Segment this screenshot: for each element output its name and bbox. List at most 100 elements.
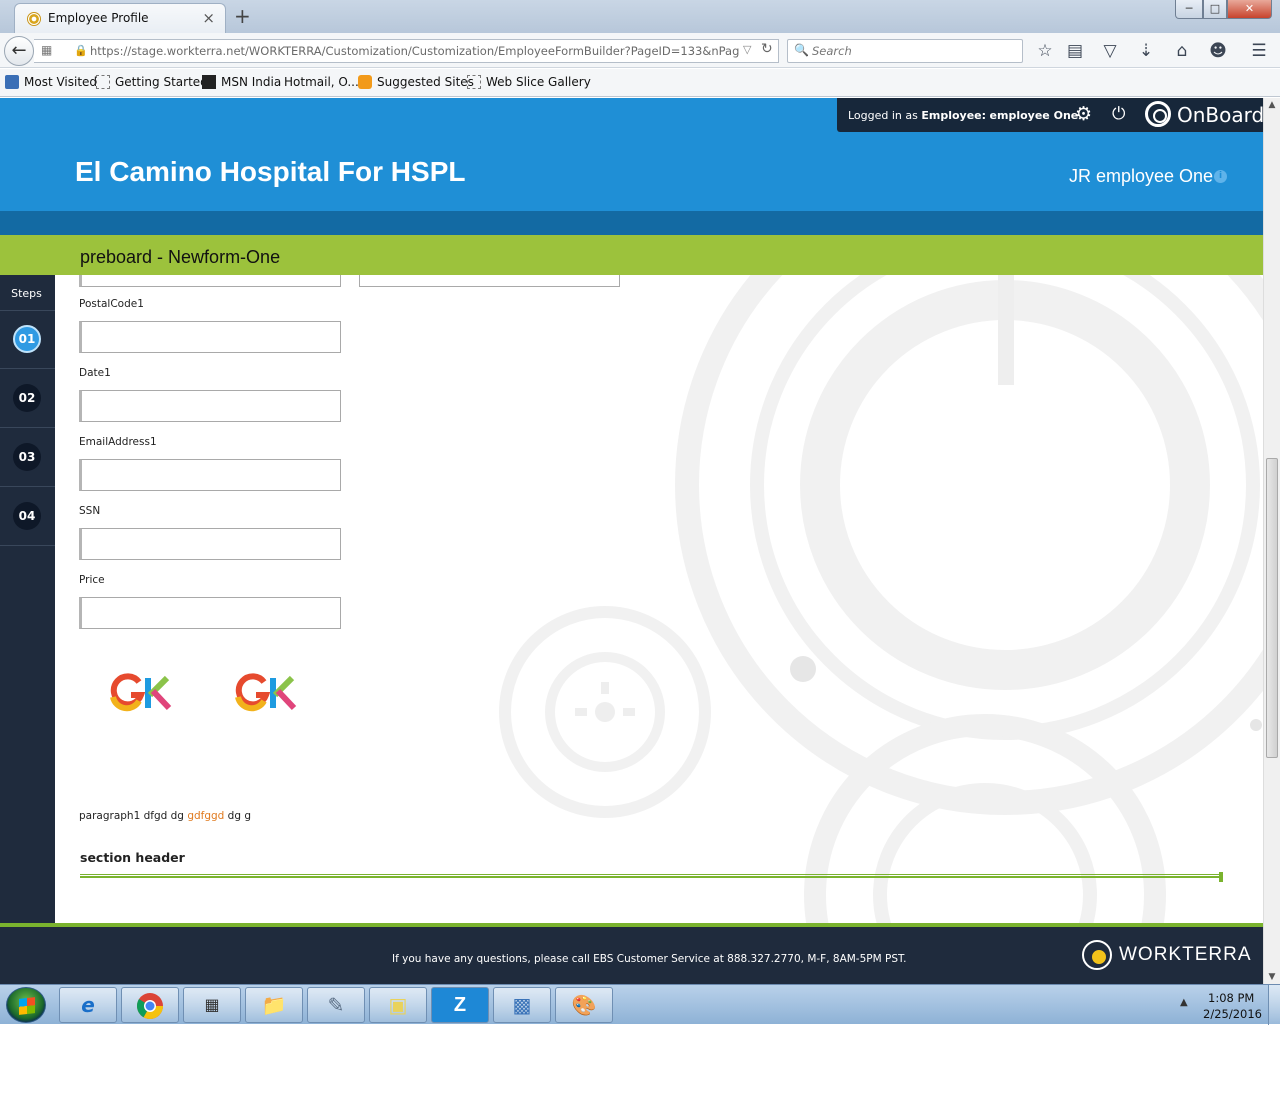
- power-icon[interactable]: ⏻: [1112, 104, 1125, 124]
- step-number: 01: [13, 325, 41, 353]
- show-desktop-button[interactable]: [1268, 985, 1280, 1025]
- zoho-icon[interactable]: Z: [431, 987, 489, 1023]
- gk-logo-image: [234, 673, 298, 723]
- file-explorer-icon[interactable]: 📁: [245, 987, 303, 1023]
- bookmark-folder-icon: [5, 75, 19, 89]
- menu-icon[interactable]: ☰: [1248, 41, 1270, 61]
- windows-taskbar: e ▦ 📁 ✎ ▣ Z ▩ 🎨 ▲ 1:08 PM 2/25/2016: [0, 984, 1280, 1025]
- chrome-icon[interactable]: [121, 987, 179, 1023]
- header-strip: [0, 211, 1263, 235]
- step-number: 02: [13, 384, 41, 412]
- lock-icon: 🔒: [74, 44, 88, 57]
- bookmark-web-slice-gallery[interactable]: Web Slice Gallery: [467, 75, 591, 89]
- screen: Employee Profile × + ─ □ ✕ ← ▦ 🔒 https:/…: [0, 0, 1280, 1100]
- step-02[interactable]: 02: [0, 370, 55, 428]
- back-arrow-icon[interactable]: ←: [4, 36, 34, 66]
- browser-tab-bar: Employee Profile × + ─ □ ✕: [0, 0, 1280, 33]
- browser-tab[interactable]: Employee Profile ×: [14, 3, 226, 33]
- suggested-sites-icon: [358, 75, 372, 89]
- ssn-label: SSN: [79, 505, 101, 517]
- date1-input[interactable]: [79, 390, 341, 422]
- price-input[interactable]: [79, 597, 341, 629]
- search-icon: 🔍: [794, 43, 809, 57]
- footer-support-text: If you have any questions, please call E…: [392, 953, 907, 965]
- gk-logo-graphic: [110, 673, 172, 712]
- internet-explorer-icon[interactable]: e: [59, 987, 117, 1023]
- sticky-notes-icon[interactable]: ▣: [369, 987, 427, 1023]
- paint-icon[interactable]: 🎨: [555, 987, 613, 1023]
- field-above-input-right[interactable]: [359, 275, 620, 287]
- reading-list-icon[interactable]: ▤: [1064, 41, 1086, 61]
- gear-icon[interactable]: ⚙: [1075, 103, 1092, 125]
- window-close-button[interactable]: ✕: [1227, 0, 1272, 19]
- form-title: preboard - Newform-One: [80, 247, 281, 267]
- bookmark-hotmail[interactable]: Hotmail, O...: [284, 75, 359, 89]
- url-text[interactable]: https://stage.workterra.net/WORKTERRA/Cu…: [90, 44, 740, 58]
- photo-viewer-icon[interactable]: ▩: [493, 987, 551, 1023]
- control-panel-icon[interactable]: ▦: [183, 987, 241, 1023]
- bookmark-most-visited[interactable]: Most Visited: [5, 75, 97, 89]
- download-icon[interactable]: ⇣: [1135, 41, 1157, 61]
- step-number: 03: [13, 443, 41, 471]
- browser-nav-bar: ← ▦ 🔒 https://stage.workterra.net/WORKTE…: [0, 33, 1280, 68]
- step-number: 04: [13, 502, 41, 530]
- url-dropdown-icon[interactable]: ▽: [743, 43, 751, 56]
- new-tab-icon[interactable]: +: [234, 4, 251, 28]
- site-favicon-icon: [27, 12, 41, 26]
- section-divider-end: [1219, 872, 1223, 882]
- paragraph-highlight: gdfggd: [187, 810, 225, 822]
- home-icon[interactable]: ⌂: [1171, 41, 1193, 61]
- user-display-name: JR employee One: [1069, 166, 1214, 186]
- emailaddress1-label: EmailAddress1: [79, 436, 157, 448]
- scroll-up-arrow-icon[interactable]: ▲: [1264, 100, 1280, 110]
- window-maximize-button[interactable]: □: [1203, 0, 1227, 19]
- gk-logo-graphic: [235, 673, 297, 712]
- paragraph-text: paragraph1 dfgd dg gdfggd dg g: [79, 810, 252, 822]
- reload-icon[interactable]: ↻: [761, 41, 773, 57]
- bookmark-msn-india[interactable]: MSN India: [202, 75, 281, 89]
- web-page: Logged in as Employee: employee One ⚙ ⏻ …: [0, 98, 1263, 984]
- date1-label: Date1: [79, 367, 111, 379]
- workterra-logo-icon: [1082, 940, 1112, 970]
- address-bar[interactable]: ▦ 🔒 https://stage.workterra.net/WORKTERR…: [34, 39, 779, 63]
- pocket-icon[interactable]: ▽: [1099, 41, 1121, 61]
- login-bar: Logged in as Employee: employee One ⚙ ⏻ …: [837, 98, 1263, 132]
- notepad-icon[interactable]: ✎: [307, 987, 365, 1023]
- step-03[interactable]: 03: [0, 429, 55, 487]
- chrome-logo: [136, 993, 164, 1020]
- windows-logo-icon: [19, 997, 35, 1015]
- field-above-input[interactable]: [79, 275, 341, 287]
- bookmark-page-icon: [96, 75, 110, 89]
- tray-expand-icon[interactable]: ▲: [1180, 997, 1188, 1008]
- section-header: section header: [80, 850, 185, 865]
- identity-icon[interactable]: ▦: [41, 43, 52, 57]
- ssn-input[interactable]: [79, 528, 341, 560]
- search-input[interactable]: 🔍 Search: [787, 39, 1023, 63]
- postalcode1-input[interactable]: [79, 321, 341, 353]
- tab-close-icon[interactable]: ×: [202, 9, 215, 27]
- tab-title: Employee Profile: [48, 11, 149, 25]
- star-icon[interactable]: ☆: [1034, 41, 1056, 61]
- bookmark-suggested-sites[interactable]: Suggested Sites: [358, 75, 474, 89]
- bookmark-getting-started[interactable]: Getting Started: [96, 75, 208, 89]
- clock-date[interactable]: 2/25/2016: [1203, 1007, 1262, 1021]
- search-placeholder: Search: [812, 44, 852, 58]
- start-button[interactable]: [6, 987, 46, 1023]
- step-01[interactable]: 01: [0, 311, 55, 369]
- steps-sidebar: Steps 01 02 03 04: [0, 275, 55, 923]
- workterra-brand: WORKTERRA: [1119, 944, 1252, 965]
- step-04[interactable]: 04: [0, 488, 55, 546]
- section-divider: [80, 874, 1223, 878]
- window-minimize-button[interactable]: ─: [1175, 0, 1203, 19]
- emailaddress1-input[interactable]: [79, 459, 341, 491]
- chat-icon[interactable]: ☻: [1207, 41, 1229, 61]
- clock-time[interactable]: 1:08 PM: [1208, 991, 1254, 1005]
- onboard-logo-icon: [1145, 101, 1171, 127]
- info-icon[interactable]: i: [1214, 170, 1227, 183]
- bookmarks-bar: Most Visited Getting Started MSN India H…: [0, 69, 1280, 97]
- price-label: Price: [79, 574, 105, 586]
- scrollbar-thumb[interactable]: [1266, 458, 1278, 758]
- page-scrollbar[interactable]: ▲ ▼: [1263, 98, 1280, 984]
- scroll-down-arrow-icon[interactable]: ▼: [1264, 972, 1280, 982]
- onboard-brand: OnBoard: [1177, 103, 1263, 127]
